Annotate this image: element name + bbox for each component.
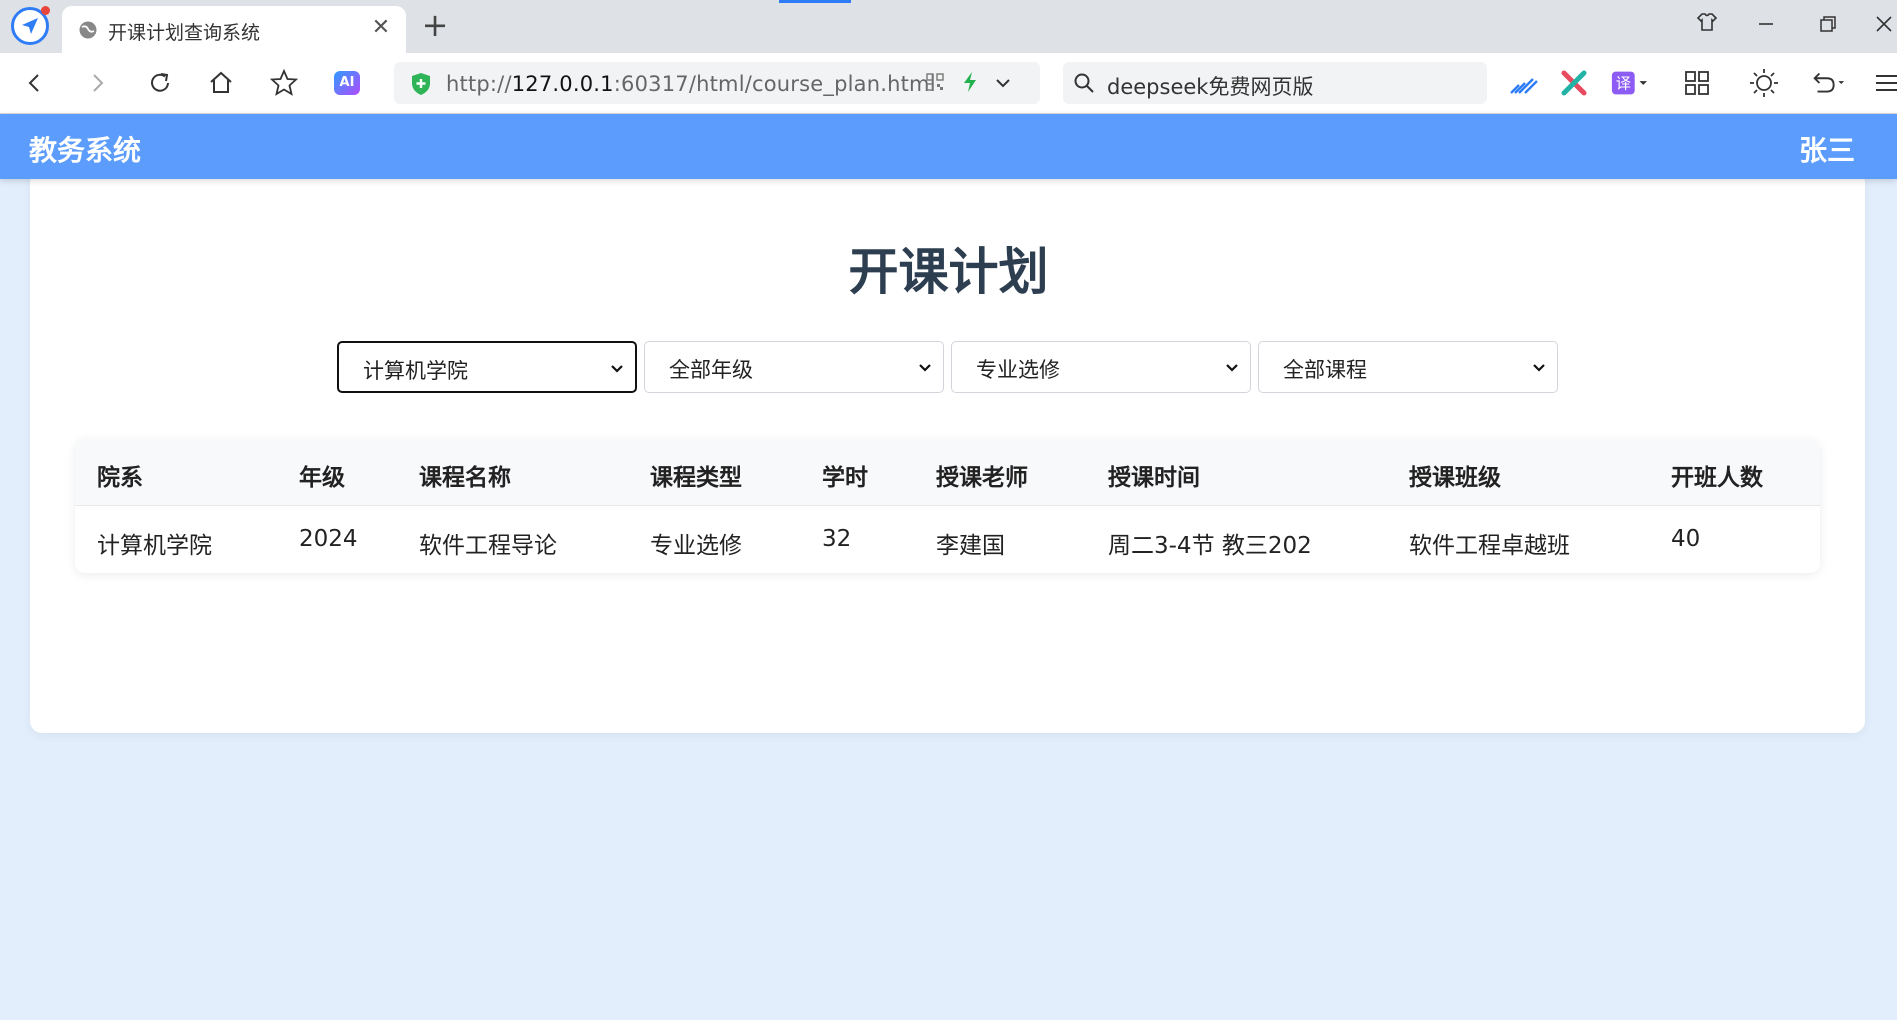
page: 教务系统 张三 开课计划 计算机学院 全部年级 专业选修 全部课程 院系 年级 … xyxy=(0,114,1897,1020)
back-icon[interactable] xyxy=(16,64,54,102)
user-name[interactable]: 张三 xyxy=(1799,129,1855,169)
column-header-hours: 学时 xyxy=(822,465,868,491)
browser-tab-active[interactable]: 开课计划查询系统 ✕ xyxy=(62,6,406,53)
filter-bar: 计算机学院 全部年级 专业选修 全部课程 xyxy=(0,341,1897,393)
grade-select[interactable]: 全部年级 xyxy=(644,341,944,393)
search-bar[interactable]: deepseek免费网页版 xyxy=(1063,62,1487,104)
loading-indicator xyxy=(779,0,851,3)
tab-title: 开课计划查询系统 xyxy=(108,22,261,44)
column-header-teacher: 授课老师 xyxy=(936,465,1028,491)
chevron-down-icon xyxy=(611,365,623,373)
course-select[interactable]: 全部课程 xyxy=(1258,341,1558,393)
column-header-enrollment: 开班人数 xyxy=(1671,465,1763,491)
search-input[interactable]: deepseek免费网页版 xyxy=(1107,71,1313,101)
ai-assistant-icon[interactable]: AI xyxy=(328,64,366,102)
column-header-course-name: 课程名称 xyxy=(419,465,511,491)
column-header-department: 院系 xyxy=(97,465,143,491)
secure-shield-icon xyxy=(412,73,430,95)
brand-title[interactable]: 教务系统 xyxy=(29,129,141,169)
cell-enrollment: 40 xyxy=(1671,526,1701,552)
svg-text:译: 译 xyxy=(1616,75,1631,93)
tab-close-icon[interactable]: ✕ xyxy=(368,15,394,41)
search-icon xyxy=(1074,73,1094,93)
new-tab-button[interactable]: + xyxy=(418,9,452,43)
tools-extension-icon[interactable] xyxy=(1555,64,1593,102)
pen-extension-icon[interactable] xyxy=(1505,64,1543,102)
column-header-class: 授课班级 xyxy=(1409,465,1501,491)
notification-dot-icon xyxy=(41,6,50,15)
chevron-down-icon xyxy=(1226,364,1238,372)
column-header-time: 授课时间 xyxy=(1108,465,1200,491)
bookmark-star-icon[interactable] xyxy=(265,64,303,102)
top-navbar: 教务系统 张三 xyxy=(0,114,1897,179)
brightness-icon[interactable] xyxy=(1745,64,1783,102)
cell-department: 计算机学院 xyxy=(97,533,212,559)
lightning-icon[interactable] xyxy=(962,71,978,93)
shirt-skin-icon[interactable] xyxy=(1687,8,1727,44)
globe-icon xyxy=(79,21,97,39)
cell-course-type: 专业选修 xyxy=(650,533,742,559)
page-title: 开课计划 xyxy=(848,243,1049,301)
cell-course-name: 软件工程导论 xyxy=(419,533,557,559)
forward-icon[interactable] xyxy=(78,64,116,102)
browser-tabstrip: 开课计划查询系统 ✕ + xyxy=(0,0,1897,53)
cell-time: 周二3-4节 教三202 xyxy=(1108,533,1312,559)
department-select[interactable]: 计算机学院 xyxy=(337,341,637,393)
translate-icon[interactable]: 译 xyxy=(1610,64,1648,102)
column-header-course-type: 课程类型 xyxy=(650,465,742,491)
home-icon[interactable] xyxy=(202,64,240,102)
reload-icon[interactable] xyxy=(141,64,179,102)
url-text[interactable]: http://127.0.0.1:60317/html/course_plan.… xyxy=(446,72,936,96)
course-plan-table: 院系 年级 课程名称 课程类型 学时 授课老师 授课时间 授课班级 开班人数 计… xyxy=(75,439,1820,573)
course-type-select[interactable]: 专业选修 xyxy=(951,341,1251,393)
browser-logo-icon[interactable] xyxy=(11,6,50,45)
cell-hours: 32 xyxy=(822,526,852,552)
apps-grid-icon[interactable] xyxy=(1678,64,1716,102)
address-bar[interactable]: http://127.0.0.1:60317/html/course_plan.… xyxy=(394,62,1040,104)
browser-toolbar: AI http://127.0.0.1:60317/html/course_pl… xyxy=(0,53,1897,114)
undo-icon[interactable] xyxy=(1808,64,1846,102)
chevron-down-icon[interactable] xyxy=(994,74,1012,92)
chevron-down-icon xyxy=(919,364,931,372)
menu-icon[interactable] xyxy=(1866,64,1897,102)
table-row: 计算机学院 2024 软件工程导论 专业选修 32 李建国 周二3-4节 教三2… xyxy=(75,506,1820,573)
table-header: 院系 年级 课程名称 课程类型 学时 授课老师 授课时间 授课班级 开班人数 xyxy=(75,439,1820,506)
cell-grade: 2024 xyxy=(299,526,358,552)
qr-code-icon[interactable] xyxy=(926,73,944,91)
cell-class: 软件工程卓越班 xyxy=(1409,533,1570,559)
minimize-icon[interactable] xyxy=(1746,8,1786,44)
restore-icon[interactable] xyxy=(1808,8,1848,44)
chevron-down-icon xyxy=(1533,364,1545,372)
cell-teacher: 李建国 xyxy=(936,533,1005,559)
column-header-grade: 年级 xyxy=(299,465,345,491)
window-close-icon[interactable] xyxy=(1864,8,1897,44)
